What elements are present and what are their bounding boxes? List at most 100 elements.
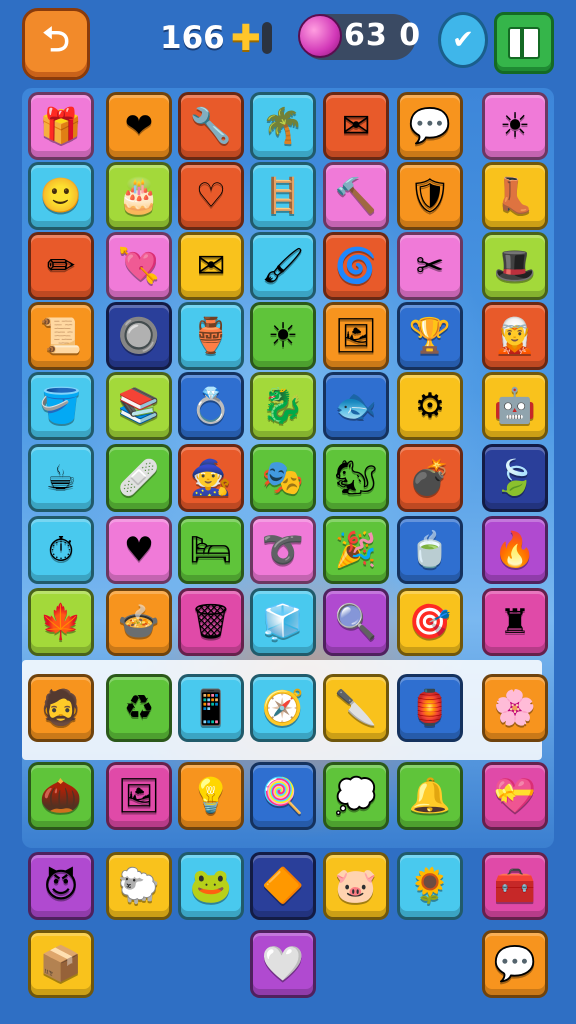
- tile-leaf[interactable]: 🍃: [482, 444, 548, 512]
- tile-jar[interactable]: 🏺: [178, 302, 244, 370]
- tile-spiral[interactable]: 🌀: [323, 232, 389, 300]
- tile-pot[interactable]: 🍲: [106, 588, 172, 656]
- tile-envelope[interactable]: ✉: [178, 232, 244, 300]
- tile-lamp[interactable]: 💡: [178, 762, 244, 830]
- tile-shield-ring[interactable]: 🔘: [106, 302, 172, 370]
- tile-flower-badge[interactable]: 🌸: [482, 674, 548, 742]
- tile-fire-bowl[interactable]: 🔥: [482, 516, 548, 584]
- tile-bubble[interactable]: 💬: [482, 930, 548, 998]
- tile-recycle-bin[interactable]: ♻: [106, 674, 172, 742]
- tile-speech-bubble[interactable]: 💬: [397, 92, 463, 160]
- chess-rook-icon: ♜: [499, 602, 531, 642]
- tile-palm[interactable]: 🌴: [250, 92, 316, 160]
- grid-menu-icon: [508, 27, 540, 59]
- tile-heart[interactable]: ❤: [106, 92, 172, 160]
- tile-devil-face[interactable]: 😈: [28, 852, 94, 920]
- tile-box[interactable]: 📦: [28, 930, 94, 998]
- tile-fish[interactable]: 🐟: [323, 372, 389, 440]
- back-button[interactable]: ⮌: [22, 8, 90, 80]
- tile-chest[interactable]: 🧰: [482, 852, 548, 920]
- tile-bed[interactable]: 🛏: [178, 516, 244, 584]
- tile-goblet[interactable]: 🏆: [397, 302, 463, 370]
- tile-heart-wreath[interactable]: 💝: [482, 762, 548, 830]
- hairdryer-icon: 🔧: [189, 106, 233, 146]
- tile-sunflower[interactable]: 🌻: [397, 852, 463, 920]
- tile-frame[interactable]: 🖼: [323, 302, 389, 370]
- fire-bowl-icon: 🔥: [493, 530, 537, 570]
- tile-shield[interactable]: 🛡: [397, 162, 463, 230]
- recycle-bin-icon: ♻: [123, 688, 155, 728]
- tile-bucket[interactable]: 🪣: [28, 372, 94, 440]
- pencil-icon: ✏: [46, 246, 76, 286]
- tile-squirrel[interactable]: 🐿: [323, 444, 389, 512]
- tile-cup[interactable]: 🍵: [397, 516, 463, 584]
- tile-heart-white[interactable]: 🤍: [250, 930, 316, 998]
- tile-hairdryer[interactable]: 🔧: [178, 92, 244, 160]
- tile-frog[interactable]: 🐸: [178, 852, 244, 920]
- tile-witch-hat[interactable]: 🎩: [482, 232, 548, 300]
- tile-flame-leaf[interactable]: 🍁: [28, 588, 94, 656]
- heart-white-icon: 🤍: [261, 944, 305, 984]
- tile-papers[interactable]: 📜: [28, 302, 94, 370]
- tile-party-hat[interactable]: 🎉: [323, 516, 389, 584]
- tile-dragon[interactable]: 🐉: [250, 372, 316, 440]
- tile-bandage[interactable]: 🩹: [106, 444, 172, 512]
- tile-magnifier[interactable]: 🔍: [323, 588, 389, 656]
- tile-chat-bubble[interactable]: 💭: [323, 762, 389, 830]
- tile-pig-face[interactable]: 🐷: [323, 852, 389, 920]
- papers-icon: 📜: [39, 316, 83, 356]
- tile-tools[interactable]: 🔨: [323, 162, 389, 230]
- tile-cake[interactable]: 🎂: [106, 162, 172, 230]
- tile-heart-red[interactable]: ♥: [106, 516, 172, 584]
- tile-treasure-chest[interactable]: 🎁: [28, 92, 94, 160]
- tile-easel[interactable]: 🖼: [106, 762, 172, 830]
- tile-robot[interactable]: 🤖: [482, 372, 548, 440]
- tile-sun[interactable]: ☀: [250, 302, 316, 370]
- tile-knife[interactable]: 🔪: [323, 674, 389, 742]
- tile-card[interactable]: ✉: [323, 92, 389, 160]
- tile-compass[interactable]: 🧭: [250, 674, 316, 742]
- tile-heart-swirl[interactable]: ♡: [178, 162, 244, 230]
- tile-gnome-face[interactable]: 🧝: [482, 302, 548, 370]
- tile-trash[interactable]: 🗑: [178, 588, 244, 656]
- tile-ladder[interactable]: 🪜: [250, 162, 316, 230]
- tile-phone[interactable]: 📱: [178, 674, 244, 742]
- tile-target[interactable]: 🎯: [397, 588, 463, 656]
- tile-mug[interactable]: ☕: [28, 444, 94, 512]
- tile-rope[interactable]: ➰: [250, 516, 316, 584]
- tile-bell-creature[interactable]: 🔔: [397, 762, 463, 830]
- tile-ring[interactable]: 💍: [178, 372, 244, 440]
- tile-scissors[interactable]: ✂: [397, 232, 463, 300]
- tile-book[interactable]: 📚: [106, 372, 172, 440]
- tile-elf-face[interactable]: 🙂: [28, 162, 94, 230]
- tile-cube[interactable]: 🧊: [250, 588, 316, 656]
- tile-sun-badge[interactable]: ☀: [482, 92, 548, 160]
- tile-bomb[interactable]: 💣: [397, 444, 463, 512]
- kite-icon: 🔶: [261, 866, 305, 906]
- tile-gnome[interactable]: 🧙: [178, 444, 244, 512]
- tile-mask[interactable]: 🎭: [250, 444, 316, 512]
- tile-lollipop[interactable]: 🍭: [250, 762, 316, 830]
- stopwatch-icon: ⏱: [47, 530, 75, 570]
- plus-icon[interactable]: ✚: [231, 18, 261, 59]
- heart-wreath-icon: 💝: [493, 776, 537, 816]
- tile-lantern[interactable]: 🏮: [397, 674, 463, 742]
- tile-boot[interactable]: 👢: [482, 162, 548, 230]
- tile-heart-arrow[interactable]: 💘: [106, 232, 172, 300]
- menu-button[interactable]: [494, 12, 554, 74]
- tile-paintbrush[interactable]: 🖌: [250, 232, 316, 300]
- treasure-chest-icon: 🎁: [39, 106, 83, 146]
- tile-pencil[interactable]: ✏: [28, 232, 94, 300]
- tile-acorn[interactable]: 🌰: [28, 762, 94, 830]
- gnome-face-icon: 🧝: [493, 316, 537, 356]
- pig-face-icon: 🐷: [334, 866, 378, 906]
- tile-kite[interactable]: 🔶: [250, 852, 316, 920]
- tile-stopwatch[interactable]: ⏱: [28, 516, 94, 584]
- sheep-icon: 🐑: [117, 866, 161, 906]
- card-icon: ✉: [341, 106, 371, 146]
- tile-gear[interactable]: ⚙: [397, 372, 463, 440]
- check-button[interactable]: ✔: [438, 12, 488, 68]
- tile-viking-face[interactable]: 🧔: [28, 674, 94, 742]
- tile-chess-rook[interactable]: ♜: [482, 588, 548, 656]
- tile-sheep[interactable]: 🐑: [106, 852, 172, 920]
